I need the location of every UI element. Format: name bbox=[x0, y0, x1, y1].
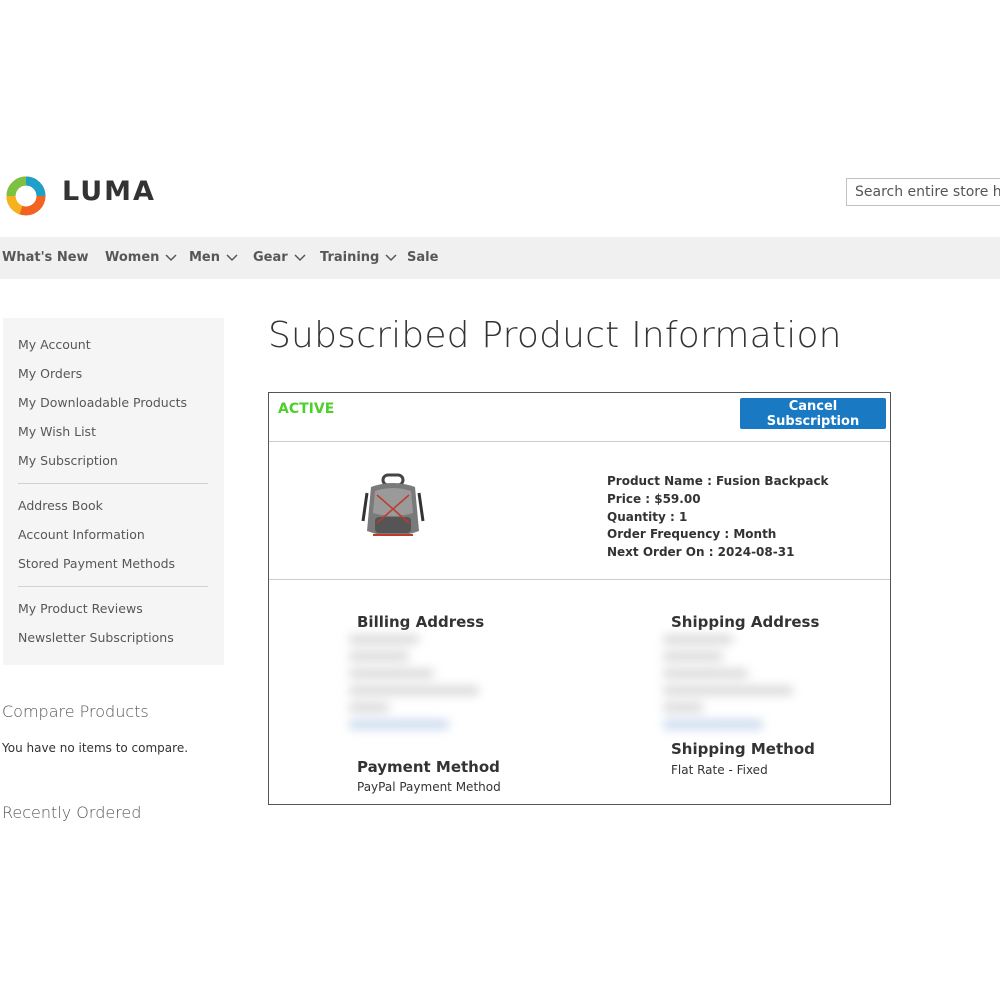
sidebar-item-my-subscription[interactable]: My Subscription bbox=[18, 453, 118, 468]
sidebar-divider bbox=[18, 586, 208, 587]
product-price: Price : $59.00 bbox=[607, 492, 701, 506]
search-input[interactable] bbox=[846, 178, 1000, 206]
sidebar-item-stored-payment-methods[interactable]: Stored Payment Methods bbox=[18, 556, 175, 571]
nav-item-gear[interactable]: Gear bbox=[253, 237, 306, 279]
nav-label: Women bbox=[105, 250, 160, 265]
chevron-down-icon bbox=[385, 253, 397, 261]
account-sidebar: My Account My Orders My Downloadable Pro… bbox=[3, 318, 224, 665]
nav-item-whats-new[interactable]: What's New bbox=[2, 237, 89, 279]
sidebar-item-address-book[interactable]: Address Book bbox=[18, 498, 103, 513]
product-image[interactable] bbox=[361, 473, 425, 543]
order-frequency: Order Frequency : Month bbox=[607, 527, 777, 541]
nav-label: What's New bbox=[2, 250, 89, 265]
sidebar-item-account-information[interactable]: Account Information bbox=[18, 527, 145, 542]
nav-item-training[interactable]: Training bbox=[320, 237, 397, 279]
page-title: Subscribed Product Information bbox=[268, 315, 842, 356]
main-nav: What's New Women Men Gear Training Sale bbox=[0, 237, 1000, 279]
shipping-method-value: Flat Rate - Fixed bbox=[671, 763, 768, 777]
sidebar-item-newsletter-subscriptions[interactable]: Newsletter Subscriptions bbox=[18, 630, 174, 645]
subscription-card: ACTIVE Cancel Subscription Product Name … bbox=[268, 392, 891, 805]
chevron-down-icon bbox=[165, 253, 177, 261]
nav-label: Men bbox=[189, 250, 221, 265]
payment-method-title: Payment Method bbox=[357, 758, 500, 776]
billing-address-title: Billing Address bbox=[357, 613, 485, 631]
chevron-down-icon bbox=[294, 253, 306, 261]
nav-item-men[interactable]: Men bbox=[189, 237, 238, 279]
next-order-date: Next Order On : 2024-08-31 bbox=[607, 545, 795, 559]
shipping-method-title: Shipping Method bbox=[671, 740, 815, 758]
nav-label: Gear bbox=[253, 250, 288, 265]
shipping-address-redacted bbox=[663, 635, 803, 737]
billing-address-redacted bbox=[349, 635, 489, 737]
sidebar-item-downloadable-products[interactable]: My Downloadable Products bbox=[18, 395, 187, 410]
recently-ordered-title: Recently Ordered bbox=[2, 803, 142, 822]
sidebar-divider bbox=[18, 483, 208, 484]
cancel-subscription-button[interactable]: Cancel Subscription bbox=[740, 398, 886, 429]
compare-products-title: Compare Products bbox=[2, 702, 149, 721]
shipping-address-title: Shipping Address bbox=[671, 613, 820, 631]
nav-item-women[interactable]: Women bbox=[105, 237, 177, 279]
sidebar-item-my-orders[interactable]: My Orders bbox=[18, 366, 82, 381]
card-divider bbox=[269, 579, 890, 580]
chevron-down-icon bbox=[226, 253, 238, 261]
nav-label: Sale bbox=[407, 250, 439, 265]
nav-label: Training bbox=[320, 250, 380, 265]
payment-method-value: PayPal Payment Method bbox=[357, 780, 501, 794]
sidebar-item-wish-list[interactable]: My Wish List bbox=[18, 424, 96, 439]
compare-empty-text: You have no items to compare. bbox=[2, 741, 189, 755]
product-quantity: Quantity : 1 bbox=[607, 510, 688, 524]
brand-name: LUMA bbox=[62, 176, 156, 207]
sidebar-item-product-reviews[interactable]: My Product Reviews bbox=[18, 601, 143, 616]
nav-item-sale[interactable]: Sale bbox=[407, 237, 438, 279]
status-badge: ACTIVE bbox=[278, 401, 335, 417]
product-name: Product Name : Fusion Backpack bbox=[607, 474, 829, 488]
card-divider bbox=[269, 441, 890, 442]
sidebar-item-my-account[interactable]: My Account bbox=[18, 337, 91, 352]
luma-logo-icon[interactable] bbox=[3, 175, 49, 217]
